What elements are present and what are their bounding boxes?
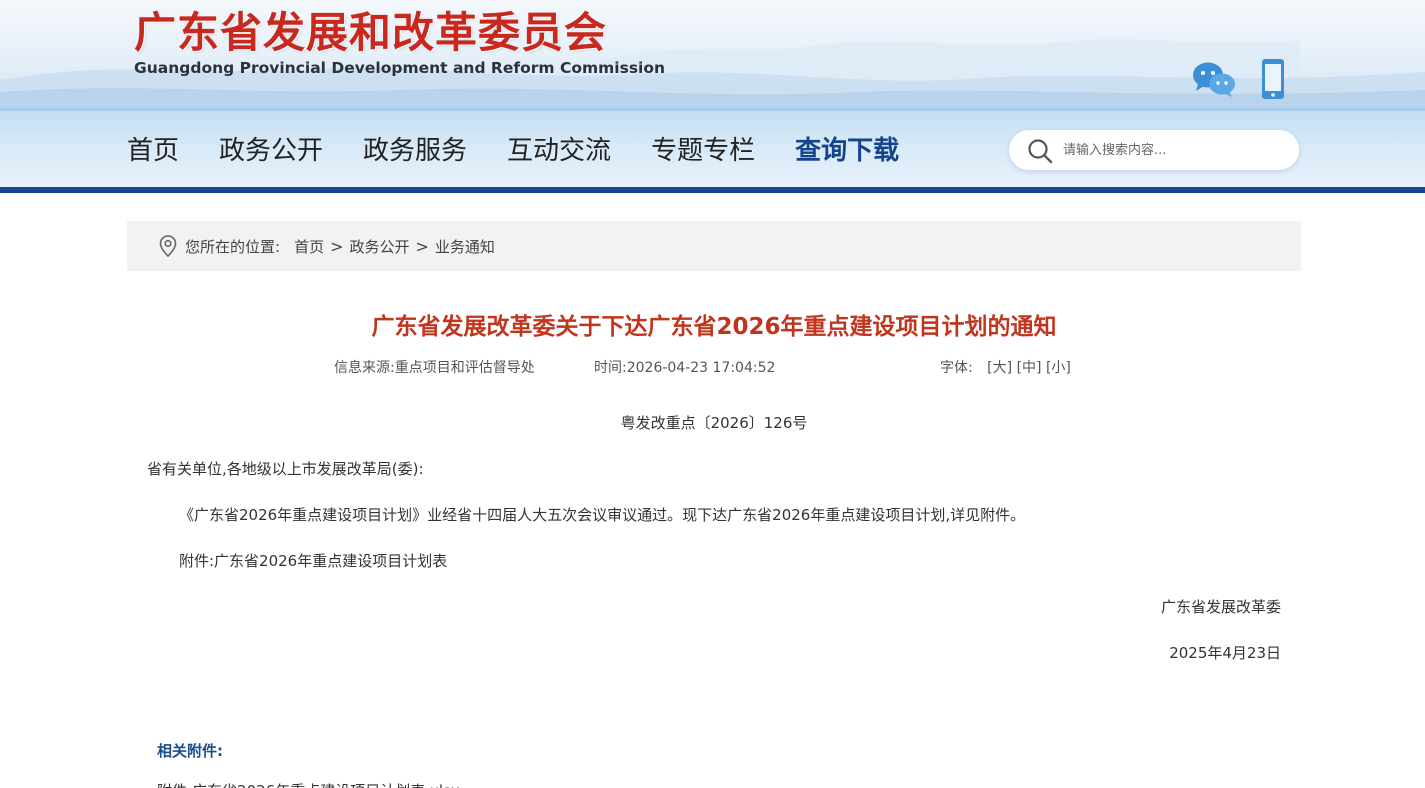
article-signature: 广东省发展改革委: [1160, 598, 1281, 616]
font-label: 字体:: [940, 360, 973, 376]
article-body: 《广东省2026年重点建设项目计划》业经省十四届人大五次会议审议通过。现下达广东…: [179, 506, 1026, 524]
font-size-controls: 字体: [大] [中] [小]: [940, 358, 1071, 378]
article-source: 信息来源:重点项目和评估督导处: [334, 358, 535, 378]
search-box: [1009, 130, 1299, 170]
nav-item-special-topics[interactable]: 专题专栏: [651, 133, 755, 169]
search-input[interactable]: [1063, 138, 1283, 162]
breadcrumb-item-government-affairs[interactable]: 政务公开: [349, 236, 409, 257]
nav-item-home[interactable]: 首页: [127, 133, 179, 169]
nav-bottom-bar: [0, 187, 1425, 193]
article-greeting: 省有关单位,各地级以上市发展改革局(委):: [147, 460, 424, 478]
breadcrumb-item-home[interactable]: 首页: [294, 236, 324, 257]
breadcrumb-separator: >: [415, 236, 429, 256]
nav-list: 首页 政务公开 政务服务 互动交流 专题专栏 查询下载: [127, 133, 939, 169]
search-icon[interactable]: [1027, 138, 1053, 164]
nav-item-government-affairs[interactable]: 政务公开: [219, 133, 323, 169]
time-label: 时间:: [594, 360, 627, 376]
related-attachments-title: 相关附件:: [157, 742, 223, 760]
mobile-icon[interactable]: [1260, 58, 1286, 100]
breadcrumb: 您所在的位置: 首页 > 政务公开 > 业务通知: [127, 221, 1301, 271]
article-time: 时间:2026-04-23 17:04:52: [594, 358, 775, 378]
site-banner: 广东省发展和改革委员会 Guangdong Provincial Develop…: [0, 0, 1425, 108]
font-size-large-button[interactable]: [大]: [987, 360, 1012, 376]
site-title[interactable]: 广东省发展和改革委员会: [134, 8, 607, 58]
nav-item-interaction[interactable]: 互动交流: [507, 133, 611, 169]
nav-item-government-services[interactable]: 政务服务: [363, 133, 467, 169]
source-value: 重点项目和评估督导处: [394, 360, 535, 376]
document-number: 粤发改重点〔2026〕126号: [620, 414, 808, 432]
article-attachment-line: 附件:广东省2026年重点建设项目计划表: [179, 552, 448, 570]
wechat-icon[interactable]: [1191, 60, 1237, 98]
font-size-medium-button[interactable]: [中]: [1017, 360, 1042, 376]
breadcrumb-item-business-notice[interactable]: 业务通知: [435, 236, 495, 257]
related-attachment-link[interactable]: 附件:广东省2026年重点建设项目计划表.xlsx: [157, 780, 460, 788]
breadcrumb-prefix: 您所在的位置:: [185, 237, 281, 256]
article-title: 广东省发展改革委关于下达广东省2026年重点建设项目计划的通知: [371, 314, 1057, 340]
time-value: 2026-04-23 17:04:52: [626, 360, 776, 376]
source-label: 信息来源:: [334, 360, 395, 376]
font-size-small-button[interactable]: [小]: [1046, 360, 1071, 376]
site-subtitle: Guangdong Provincial Development and Ref…: [134, 59, 666, 77]
nav-item-query-download[interactable]: 查询下载: [795, 133, 899, 169]
breadcrumb-separator: >: [330, 236, 344, 256]
location-pin-icon: [159, 235, 177, 257]
main-nav: 首页 政务公开 政务服务 互动交流 专题专栏 查询下载: [0, 108, 1425, 188]
article-date: 2025年4月23日: [1169, 644, 1281, 662]
